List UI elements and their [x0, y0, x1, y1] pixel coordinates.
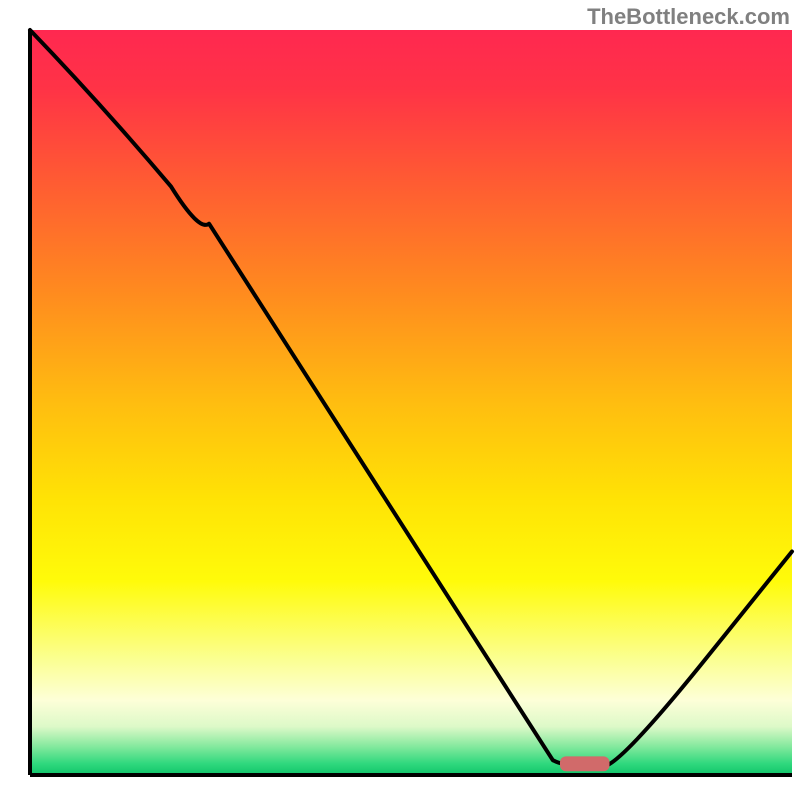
plot-background [30, 30, 792, 775]
watermark-text: TheBottleneck.com [587, 4, 790, 30]
trough-marker [560, 756, 610, 771]
chart-plot [0, 0, 800, 800]
chart-container: TheBottleneck.com [0, 0, 800, 800]
